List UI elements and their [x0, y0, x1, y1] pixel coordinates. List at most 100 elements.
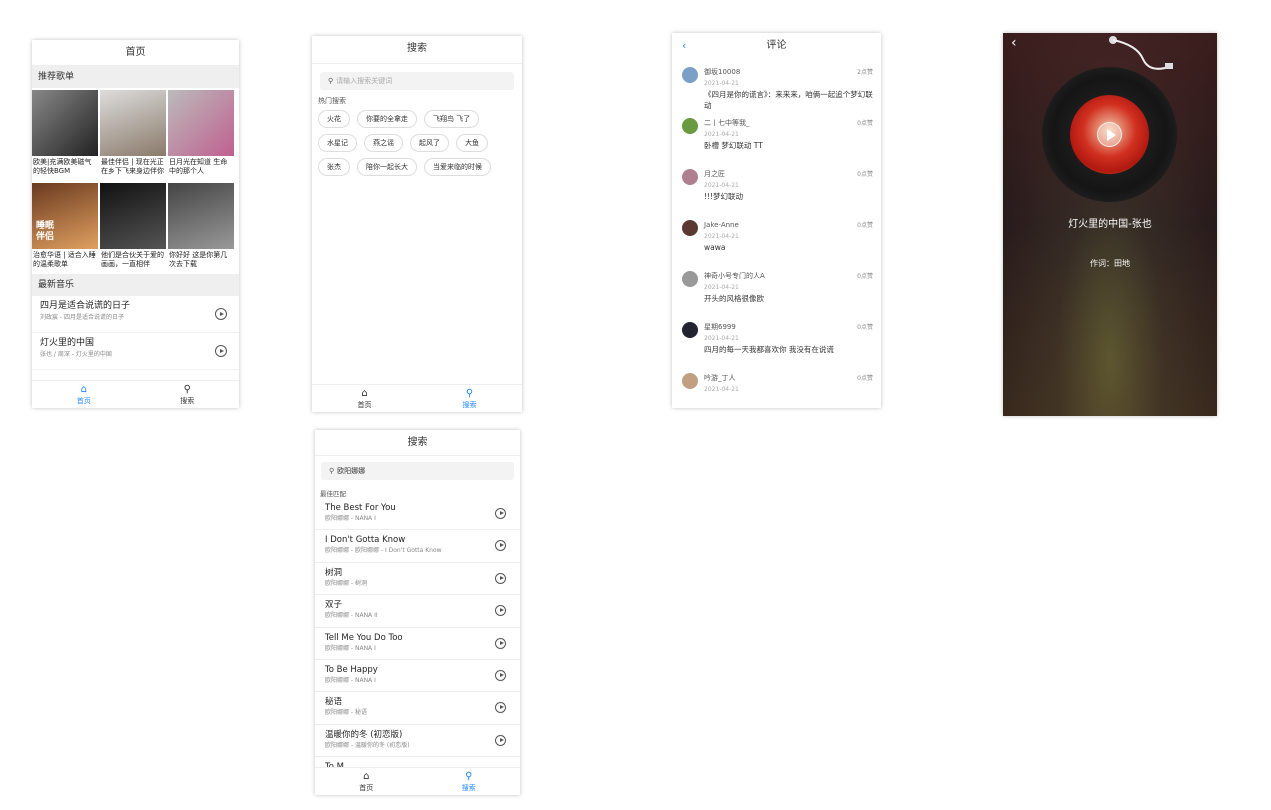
- result-title: The Best For You: [325, 503, 396, 513]
- hot-search-chip[interactable]: 起风了: [410, 134, 449, 152]
- search-result-item[interactable]: 秘语 欧阳娜娜 - 秘语: [315, 692, 520, 725]
- avatar[interactable]: [682, 118, 698, 134]
- avatar[interactable]: [682, 373, 698, 389]
- comment-item: 月之匠 0点赞 2021-04-21 !!!梦幻联动: [672, 167, 881, 218]
- tab-search[interactable]: ⚲ 搜索: [418, 768, 521, 795]
- play-icon[interactable]: [495, 572, 506, 584]
- result-title: I Don't Gotta Know: [325, 535, 406, 546]
- tab-home[interactable]: ⌂ 首页: [312, 385, 417, 412]
- tab-search[interactable]: ⚲ 搜索: [417, 385, 522, 412]
- result-title: 秘语: [325, 697, 343, 708]
- search-result-item[interactable]: The Best For You 欧阳娜娜 - NANA I: [315, 498, 520, 531]
- play-icon[interactable]: [215, 308, 227, 320]
- hot-search-chip[interactable]: 大鱼: [456, 134, 488, 152]
- tab-search[interactable]: ⚲ 搜索: [136, 381, 240, 408]
- result-title: 双子: [325, 600, 343, 611]
- tab-search-label: 搜索: [461, 784, 476, 792]
- playlist-card[interactable]: 欧美|充满欧美磁气的轻快BGM: [32, 90, 98, 181]
- tab-home[interactable]: ⌂ 首页: [315, 768, 418, 795]
- hot-search-chip[interactable]: 火花: [318, 110, 350, 128]
- search-screen: 搜索 ⚲ 请输入搜索关键词 热门搜索 火花 你要的全拿走 飞翔鸟 飞了 水星记 燕之谣 起风…: [312, 36, 522, 412]
- play-icon[interactable]: [495, 702, 506, 714]
- search-icon: ⚲: [465, 388, 474, 399]
- play-icon[interactable]: [1097, 122, 1122, 147]
- comment-text: 四月的每一天我都喜欢你 我没有在说谎: [704, 345, 834, 354]
- search-result-item[interactable]: I Don't Gotta Know 欧阳娜娜 - 欧阳娜娜 - I Don't …: [315, 530, 520, 563]
- hot-search-chip[interactable]: 当爱来临的时候: [424, 158, 491, 176]
- song-title: 灯火里的中国: [40, 338, 95, 348]
- comment-likes[interactable]: 0点赞: [857, 169, 873, 178]
- comments-header: ‹ 评论: [672, 33, 881, 59]
- song-list: 四月是适合说谎的日子 刘政宸 - 四月是适合说谎的日子 灯火里的中国 张也 / …: [32, 296, 239, 370]
- playlist-card[interactable]: 睡眠 伴侣 治愈华语 | 适合入睡的温柔歌单: [32, 183, 98, 274]
- comment-likes[interactable]: 0点赞: [857, 271, 873, 280]
- play-icon[interactable]: [495, 734, 506, 746]
- home-icon: ⌂: [363, 771, 370, 782]
- search-icon: ⚲: [328, 77, 334, 85]
- hot-search-chip[interactable]: 张杰: [318, 158, 350, 176]
- cover-overlay-text: 睡眠 伴侣: [36, 221, 55, 242]
- back-icon[interactable]: ‹: [682, 33, 686, 59]
- comment-list: 御坂10008 2点赞 2021-04-21 《四月是你的谎言》：来来来，咱俩一起追个…: [672, 59, 881, 408]
- page-title: 首页: [32, 40, 239, 66]
- song-item[interactable]: 四月是适合说谎的日子 刘政宸 - 四月是适合说谎的日子: [32, 296, 239, 333]
- search-result-item[interactable]: To Be Happy 欧阳娜娜 - NANA I: [315, 660, 520, 693]
- playlist-card[interactable]: 最佳伴侣 | 现在光正在乡下飞来身边伴你: [100, 90, 166, 181]
- hot-search-chip[interactable]: 你要的全拿走: [357, 110, 417, 128]
- avatar[interactable]: [682, 322, 698, 338]
- home-screen: 首页 推荐歌单 欧美|充满欧美磁气的轻快BGM 最佳伴侣 | 现在光正在乡下飞来身…: [32, 40, 239, 408]
- comment-author: 星期6999: [704, 323, 736, 331]
- song-item[interactable]: 灯火里的中国 张也 / 周深 - 灯火里的中国: [32, 333, 239, 370]
- search-result-item[interactable]: Tell Me You Do Too 欧阳娜娜 - NANA I: [315, 628, 520, 660]
- play-icon[interactable]: [495, 508, 506, 519]
- tab-bar: ⌂ 首页 ⚲ 搜索: [315, 767, 520, 795]
- tab-home[interactable]: ⌂ 首页: [32, 381, 136, 408]
- result-subtitle: 欧阳娜娜 - 温暖你的冬 (初恋版): [325, 741, 410, 749]
- comment-likes[interactable]: 0点赞: [857, 220, 873, 229]
- comment-date: 2021-04-21: [704, 80, 739, 87]
- hot-search-chip[interactable]: 燕之谣: [364, 134, 403, 152]
- search-input[interactable]: ⚲ 请输入搜索关键词: [320, 72, 514, 90]
- comment-item: Jake-Anne 0点赞 2021-04-21 wawa: [672, 218, 881, 269]
- search-icon: ⚲: [329, 467, 335, 475]
- play-icon[interactable]: [495, 669, 506, 681]
- search-input[interactable]: ⚲ 欧阳娜娜: [321, 462, 514, 480]
- search-result-item[interactable]: 双子 欧阳娜娜 - NANA II: [315, 595, 520, 628]
- avatar[interactable]: [682, 169, 698, 185]
- avatar[interactable]: [682, 220, 698, 236]
- comment-likes[interactable]: 0点赞: [857, 322, 873, 331]
- comment-author: 神奇小号专门的人A: [704, 272, 765, 280]
- latest-music-section-title: 最新音乐: [32, 274, 239, 296]
- result-subtitle: 欧阳娜娜 - NANA I: [325, 515, 376, 522]
- hot-search-chip[interactable]: 水星记: [318, 134, 357, 152]
- play-icon[interactable]: [495, 605, 506, 617]
- hot-search-chip[interactable]: 飞翔鸟 飞了: [424, 110, 480, 128]
- avatar[interactable]: [682, 67, 698, 83]
- hot-search-chip[interactable]: 陪你一起长大: [357, 158, 417, 176]
- playlist-card[interactable]: 你好好 这是你第几次去下载: [168, 183, 234, 274]
- back-icon[interactable]: ‹: [1011, 35, 1017, 51]
- comment-date: 2021-04-21: [704, 131, 739, 138]
- playlist-card[interactable]: 日月光在知道 生命中的那个人: [168, 90, 234, 181]
- search-result-item[interactable]: 树洞 欧阳娜娜 - 树洞: [315, 563, 520, 596]
- play-icon[interactable]: [495, 540, 506, 552]
- comment-likes[interactable]: 2点赞: [857, 67, 873, 76]
- hot-search-list: 火花 你要的全拿走 飞翔鸟 飞了水星记 燕之谣 起风了 大鱼张杰 陪你一起长大 当爱来临的时候: [312, 106, 512, 180]
- playlist-card[interactable]: 他们是合伙关于爱的画画，一直相伴: [100, 183, 166, 274]
- play-icon[interactable]: [495, 637, 506, 649]
- comment-text: !!!梦幻联动: [704, 192, 744, 201]
- comment-date: 2021-04-21: [704, 233, 739, 240]
- avatar[interactable]: [682, 271, 698, 287]
- result-title: 温暖你的冬 (初恋版): [325, 729, 403, 740]
- comment-likes[interactable]: 0点赞: [857, 118, 873, 127]
- result-subtitle: 欧阳娜娜 - NANA I: [325, 676, 376, 684]
- comments-screen: ‹ 评论 御坂10008 2点赞 2021-04-21 《四月是你的谎言》：来来来，咱…: [672, 33, 881, 408]
- play-icon[interactable]: [215, 345, 227, 357]
- tab-search-label: 搜索: [462, 401, 477, 409]
- search-result-item[interactable]: 温暖你的冬 (初恋版) 欧阳娜娜 - 温暖你的冬 (初恋版): [315, 725, 520, 758]
- comment-likes[interactable]: 0点赞: [857, 373, 873, 382]
- player-screen: ‹ 灯火里的中国-张也 作词：田地: [1003, 33, 1217, 416]
- song-title: 灯火里的中国-张也: [1068, 219, 1152, 230]
- comment-text: 开头的风格很像欧: [704, 294, 764, 303]
- comment-item: 吟游_丁人 0点赞 2021-04-21: [672, 371, 881, 408]
